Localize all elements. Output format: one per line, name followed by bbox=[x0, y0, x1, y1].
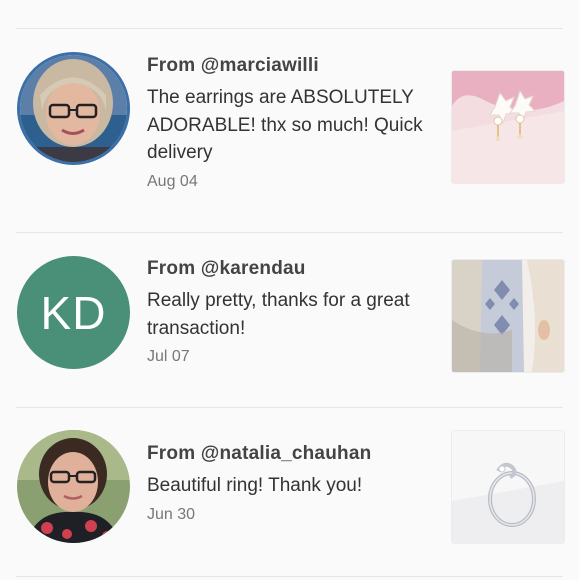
review-date: Jul 07 bbox=[147, 348, 190, 365]
review-date: Jun 30 bbox=[147, 505, 196, 523]
avatar[interactable] bbox=[17, 430, 130, 543]
avatar-initials: KD bbox=[40, 286, 107, 339]
review-text: Beautiful ring! Thank you! bbox=[147, 475, 363, 496]
divider bbox=[16, 407, 563, 408]
avatar-photo bbox=[20, 55, 127, 162]
product-thumbnail[interactable] bbox=[451, 259, 565, 373]
review-content: From @natalia_chauhan Beautiful ring! Th… bbox=[147, 442, 437, 526]
review-text: The earrings are ABSOLUTELY ADORABLE! th… bbox=[147, 87, 423, 163]
review-author[interactable]: From @marciawilli bbox=[147, 54, 437, 78]
ring-image bbox=[452, 431, 564, 543]
scarf-image bbox=[452, 260, 564, 372]
earrings-image bbox=[452, 71, 564, 183]
product-thumbnail[interactable] bbox=[451, 70, 565, 184]
avatar-photo bbox=[17, 430, 130, 543]
divider bbox=[16, 576, 563, 577]
review-content: From @marciawilli The earrings are ABSOL… bbox=[147, 54, 437, 193]
review-date: Aug 04 bbox=[147, 172, 198, 190]
review-author[interactable]: From @karendau bbox=[147, 257, 437, 281]
review-content: From @karendau Really pretty, thanks for… bbox=[147, 257, 437, 368]
divider bbox=[16, 232, 563, 233]
avatar[interactable] bbox=[17, 52, 130, 165]
avatar[interactable]: KD bbox=[17, 256, 130, 369]
product-thumbnail[interactable] bbox=[451, 430, 565, 544]
review-text: Really pretty, thanks for a great transa… bbox=[147, 290, 410, 339]
divider bbox=[16, 28, 563, 29]
review-author[interactable]: From @natalia_chauhan bbox=[147, 442, 437, 466]
